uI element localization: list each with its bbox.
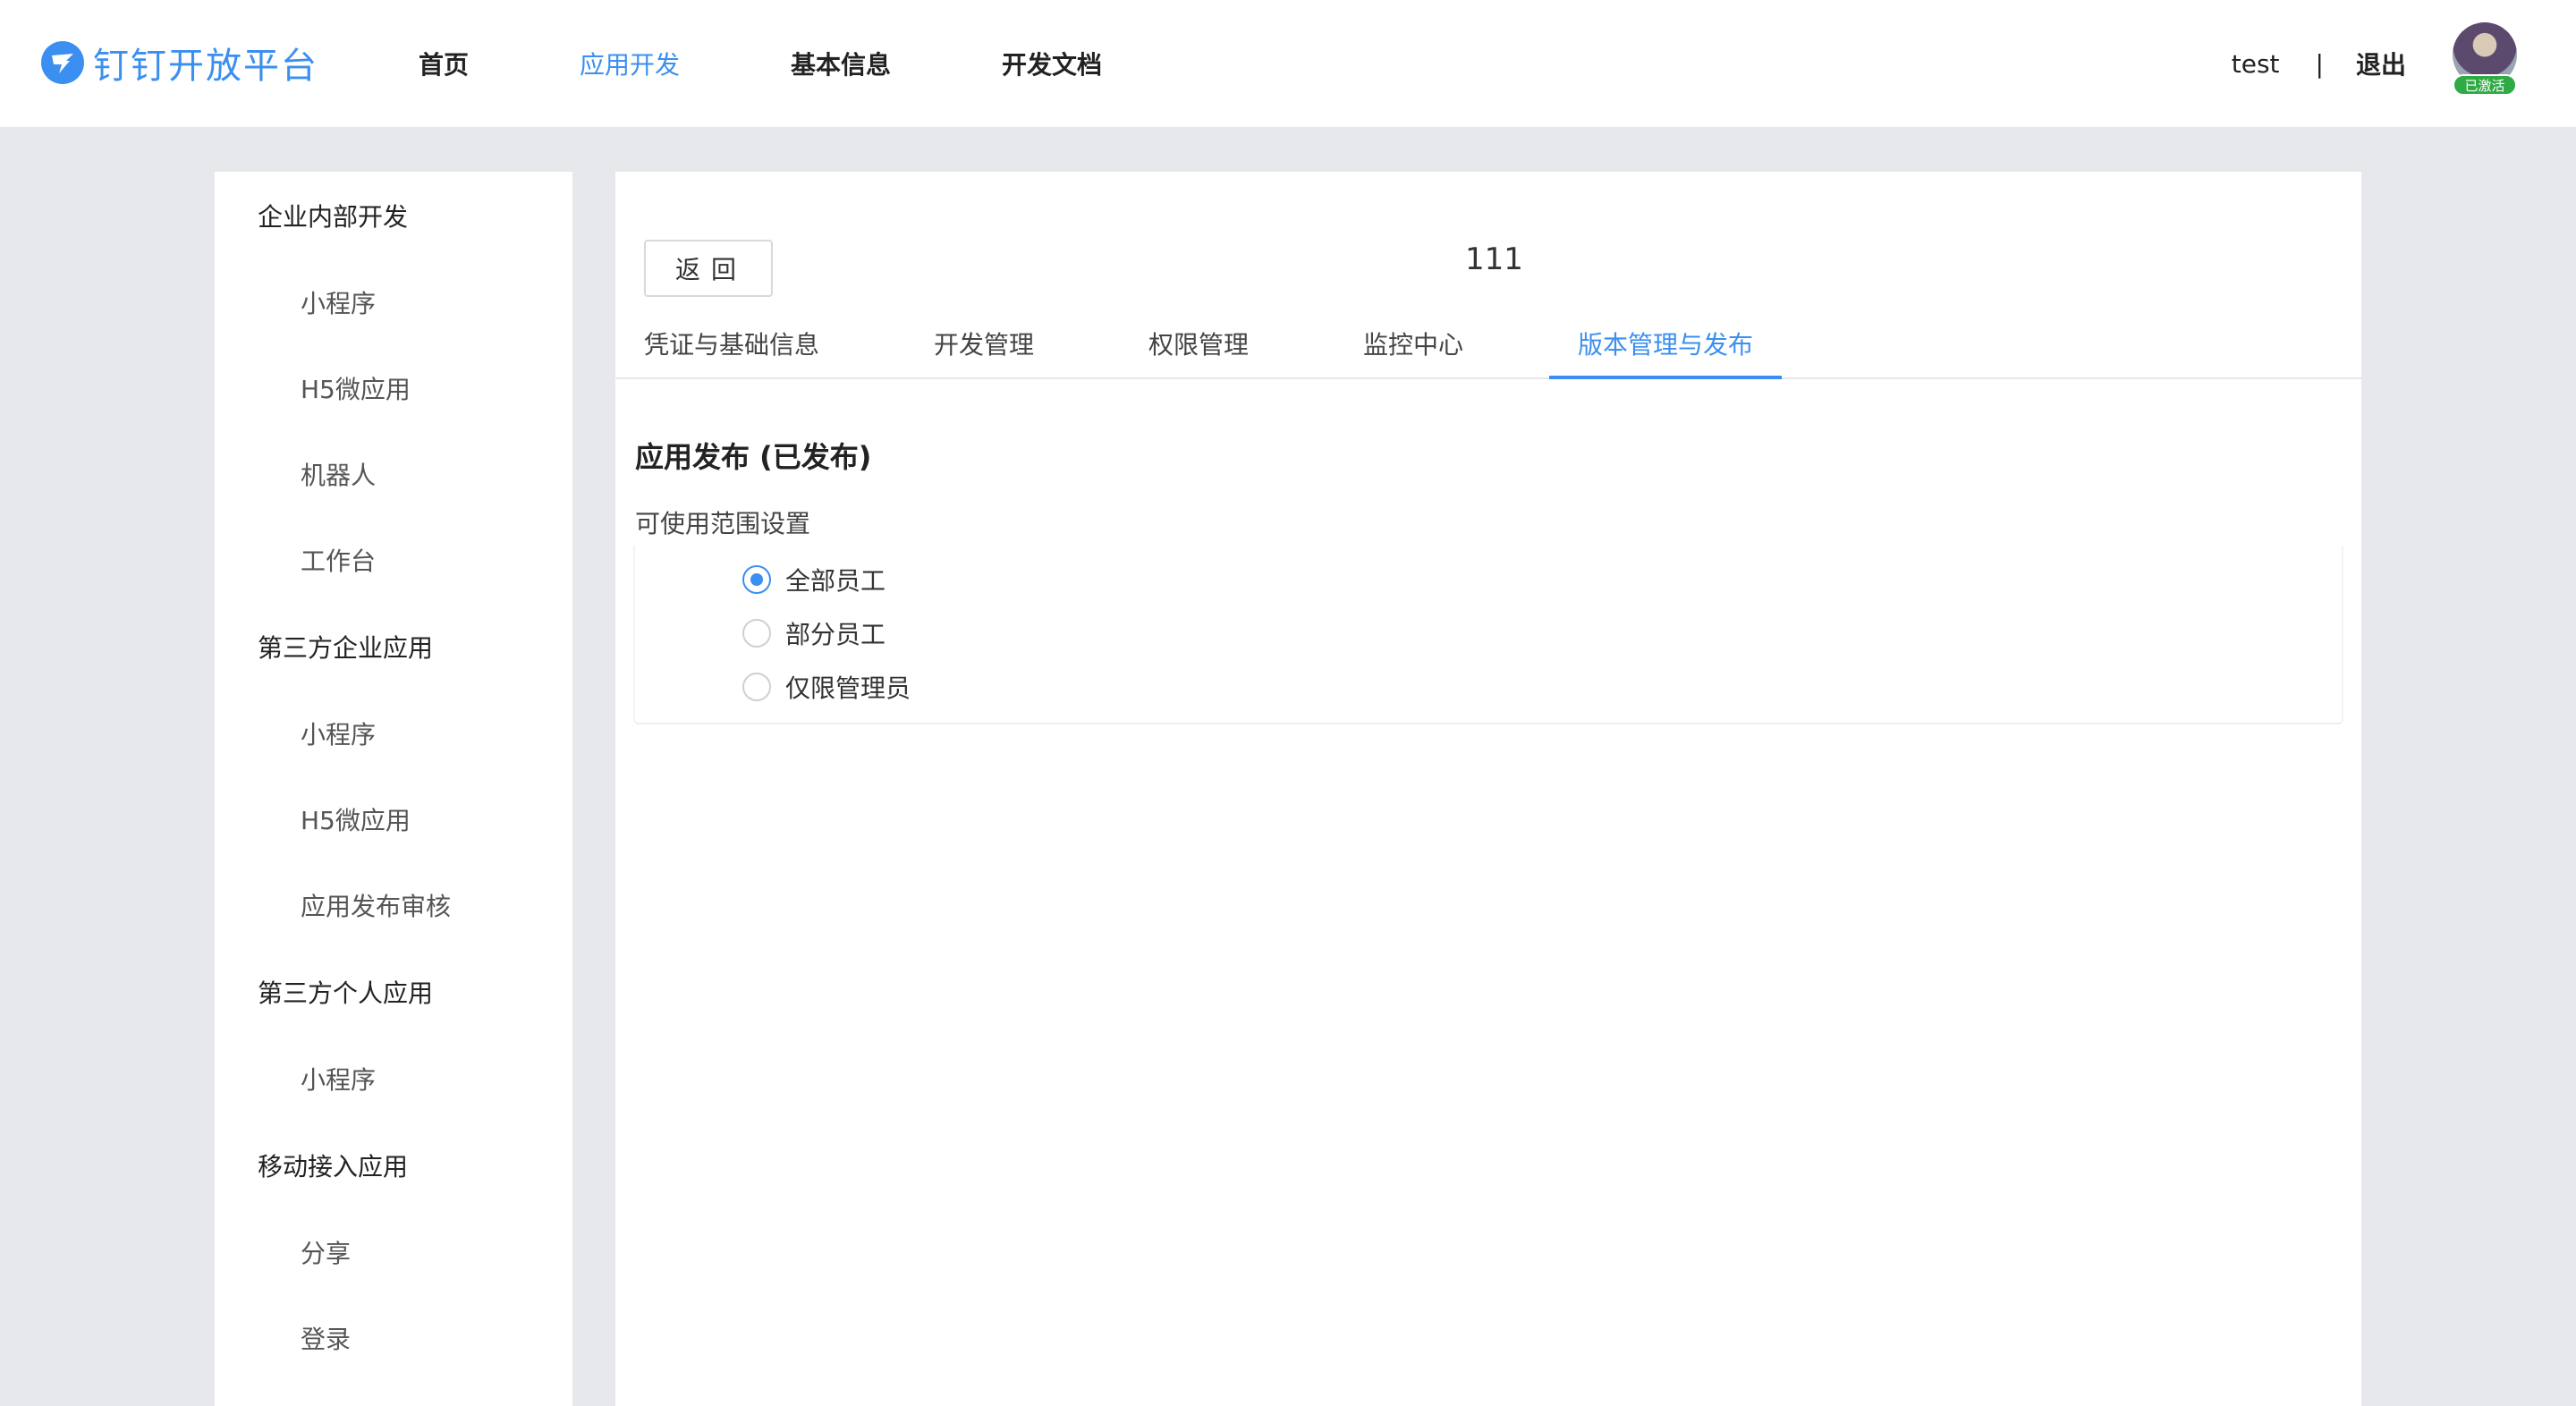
nav-dev-docs[interactable]: 开发文档: [1002, 46, 1102, 81]
sidebar-item-robot[interactable]: 机器人: [215, 431, 572, 517]
scope-option-all[interactable]: 全部员工: [742, 560, 886, 599]
radio-unchecked[interactable]: [742, 673, 771, 701]
scope-option-partial[interactable]: 部分员工: [742, 614, 886, 653]
user-area: test | 退出 已激活: [2232, 0, 2521, 127]
sidebar-item-h5[interactable]: H5微应用: [215, 345, 572, 431]
section-title: 应用发布 (已发布): [635, 440, 872, 474]
tab-dev-management[interactable]: 开发管理: [934, 322, 1034, 379]
sidebar-item-miniprogram[interactable]: 小程序: [215, 690, 572, 776]
username: test: [2231, 48, 2280, 79]
tab-version-release[interactable]: 版本管理与发布: [1549, 322, 1783, 379]
nav-app-dev[interactable]: 应用开发: [580, 46, 680, 81]
tab-credentials[interactable]: 凭证与基础信息: [644, 322, 819, 379]
main-nav: 首页 应用开发 基本信息 开发文档: [419, 0, 1213, 127]
scope-options: 全部员工 部分员工 仅限管理员: [633, 546, 2343, 724]
radio-label[interactable]: 全部员工: [785, 562, 886, 597]
radio-label[interactable]: 部分员工: [785, 615, 886, 651]
logout-link[interactable]: 退出: [2356, 46, 2406, 81]
nav-home[interactable]: 首页: [419, 46, 469, 81]
sidebar-item-publish-review[interactable]: 应用发布审核: [215, 862, 572, 948]
sidebar-group-third-party-personal[interactable]: 第三方个人应用: [215, 948, 572, 1036]
tab-bar: 凭证与基础信息 开发管理 权限管理 监控中心 版本管理与发布: [615, 322, 2361, 379]
scope-option-admin-only[interactable]: 仅限管理员: [742, 667, 911, 707]
sidebar-item-miniprogram[interactable]: 小程序: [215, 1036, 572, 1122]
sidebar-item-share[interactable]: 分享: [215, 1209, 572, 1295]
radio-unchecked[interactable]: [742, 619, 771, 648]
sidebar-group-mobile-access[interactable]: 移动接入应用: [215, 1122, 572, 1209]
sidebar-group-third-party-enterprise[interactable]: 第三方企业应用: [215, 603, 572, 690]
back-button[interactable]: 返回: [644, 240, 773, 297]
avatar-wrapper[interactable]: 已激活: [2449, 22, 2521, 99]
tab-monitoring[interactable]: 监控中心: [1363, 322, 1463, 379]
sidebar-item-miniprogram[interactable]: 小程序: [215, 259, 572, 345]
sidebar-item-workbench[interactable]: 工作台: [215, 517, 572, 603]
activated-badge: 已激活: [2453, 74, 2517, 96]
scope-label: 可使用范围设置: [635, 509, 811, 538]
app-name: 111: [1465, 241, 1523, 277]
sidebar: 企业内部开发 小程序 H5微应用 机器人 工作台 第三方企业应用 小程序 H5微…: [215, 172, 572, 1406]
dingtalk-logo-icon: [41, 41, 84, 84]
radio-checked[interactable]: [742, 565, 771, 594]
main-panel: 返回 111 凭证与基础信息 开发管理 权限管理 监控中心 版本管理与发布 应用…: [615, 172, 2361, 1406]
nav-basic-info[interactable]: 基本信息: [791, 46, 891, 81]
logo[interactable]: 钉钉开放平台: [41, 39, 318, 87]
radio-label[interactable]: 仅限管理员: [785, 669, 911, 705]
tab-permissions[interactable]: 权限管理: [1148, 322, 1249, 379]
sidebar-group-internal[interactable]: 企业内部开发: [215, 172, 572, 259]
logo-text: 钉钉开放平台: [93, 46, 318, 87]
sidebar-item-login[interactable]: 登录: [215, 1295, 572, 1381]
top-header: 钉钉开放平台 首页 应用开发 基本信息 开发文档 test | 退出 已激活: [0, 0, 2576, 127]
divider: |: [2315, 48, 2324, 79]
sidebar-item-h5[interactable]: H5微应用: [215, 776, 572, 862]
